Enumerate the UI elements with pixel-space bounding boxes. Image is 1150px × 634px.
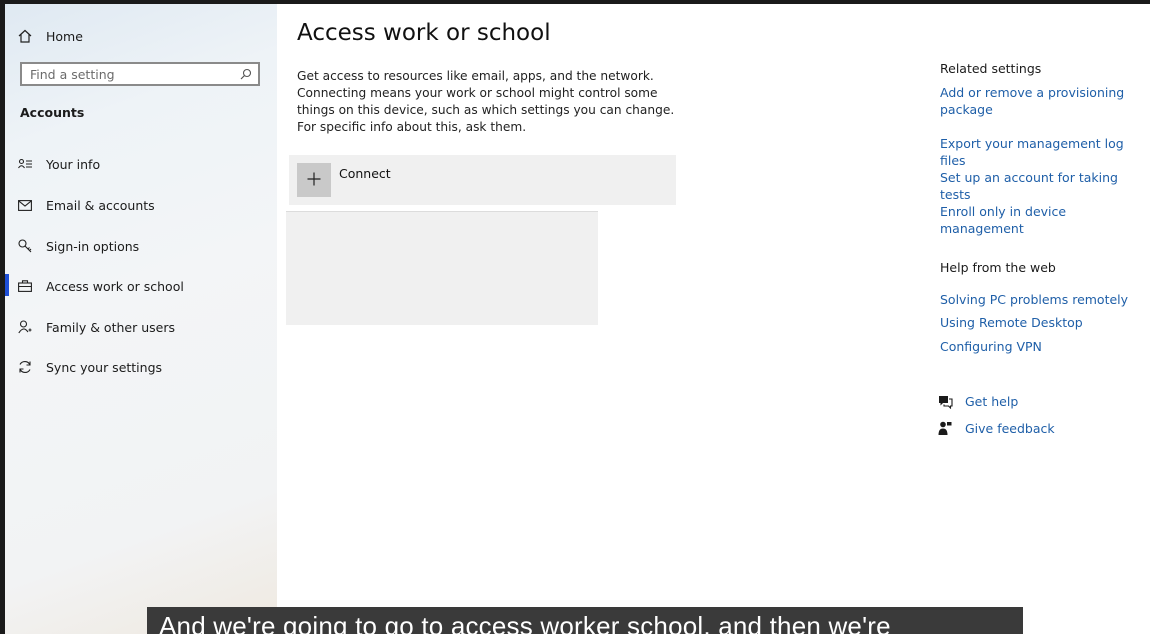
link-export-management-logs[interactable]: Export your management log files — [940, 135, 1150, 169]
help-web-heading: Help from the web — [940, 260, 1056, 275]
person-card-icon — [18, 158, 46, 170]
get-help-icon — [938, 395, 965, 409]
sidebar-item-label: Sync your settings — [46, 359, 163, 375]
sync-icon — [18, 360, 46, 374]
home-icon — [18, 29, 46, 43]
get-help-link[interactable]: Get help — [938, 394, 1018, 409]
search-input[interactable]: Find a setting — [20, 62, 260, 86]
sidebar-home[interactable]: Home — [5, 19, 277, 53]
related-settings-heading: Related settings — [940, 61, 1042, 76]
connect-expanded-panel — [286, 211, 598, 325]
mail-icon — [18, 199, 46, 211]
sidebar-item-your-info[interactable]: Your info — [5, 147, 277, 181]
sidebar-item-label: Family & other users — [46, 319, 175, 335]
connect-button[interactable] — [297, 163, 331, 197]
sidebar-item-sign-in-options[interactable]: Sign-in options — [5, 229, 277, 263]
give-feedback-label: Give feedback — [965, 421, 1055, 436]
link-enroll-device-management[interactable]: Enroll only in device management — [940, 203, 1150, 237]
link-setup-test-account[interactable]: Set up an account for taking tests — [940, 169, 1150, 203]
link-remote-desktop[interactable]: Using Remote Desktop — [940, 314, 1083, 331]
give-feedback-link[interactable]: Give feedback — [938, 421, 1055, 436]
briefcase-icon — [18, 280, 46, 292]
home-label: Home — [46, 28, 83, 44]
connect-row[interactable]: Connect — [289, 155, 676, 205]
video-caption: And we're going to go to access worker s… — [147, 607, 1023, 634]
link-configuring-vpn[interactable]: Configuring VPN — [940, 338, 1042, 355]
page-description: Get access to resources like email, apps… — [297, 69, 675, 134]
search-placeholder: Find a setting — [30, 66, 115, 82]
connect-label: Connect — [339, 166, 391, 181]
sidebar-item-label: Email & accounts — [46, 197, 155, 213]
sidebar-item-family-users[interactable]: Family & other users — [5, 310, 277, 344]
caption-text: And we're going to go to access worker s… — [159, 611, 891, 634]
section-title-accounts: Accounts — [20, 105, 85, 120]
sidebar-item-label: Your info — [46, 156, 101, 172]
sidebar: Home Find a setting Accounts Your info E… — [5, 4, 277, 634]
link-provisioning-package[interactable]: Add or remove a provisioning package — [940, 84, 1130, 118]
sidebar-item-label: Sign-in options — [46, 238, 140, 254]
plus-icon — [307, 171, 321, 190]
settings-window: Home Find a setting Accounts Your info E… — [5, 4, 1150, 634]
search-icon[interactable] — [240, 65, 252, 84]
get-help-label: Get help — [965, 394, 1019, 409]
page-title: Access work or school — [297, 20, 551, 46]
key-icon — [18, 239, 46, 253]
sidebar-item-sync-settings[interactable]: Sync your settings — [5, 350, 277, 384]
sidebar-item-label: Access work or school — [46, 278, 184, 294]
sidebar-item-email-accounts[interactable]: Email & accounts — [5, 188, 277, 222]
person-add-icon — [18, 320, 46, 334]
sidebar-item-access-work-school[interactable]: Access work or school — [5, 269, 277, 303]
link-solving-pc-problems[interactable]: Solving PC problems remotely — [940, 291, 1128, 308]
feedback-icon — [938, 421, 965, 436]
